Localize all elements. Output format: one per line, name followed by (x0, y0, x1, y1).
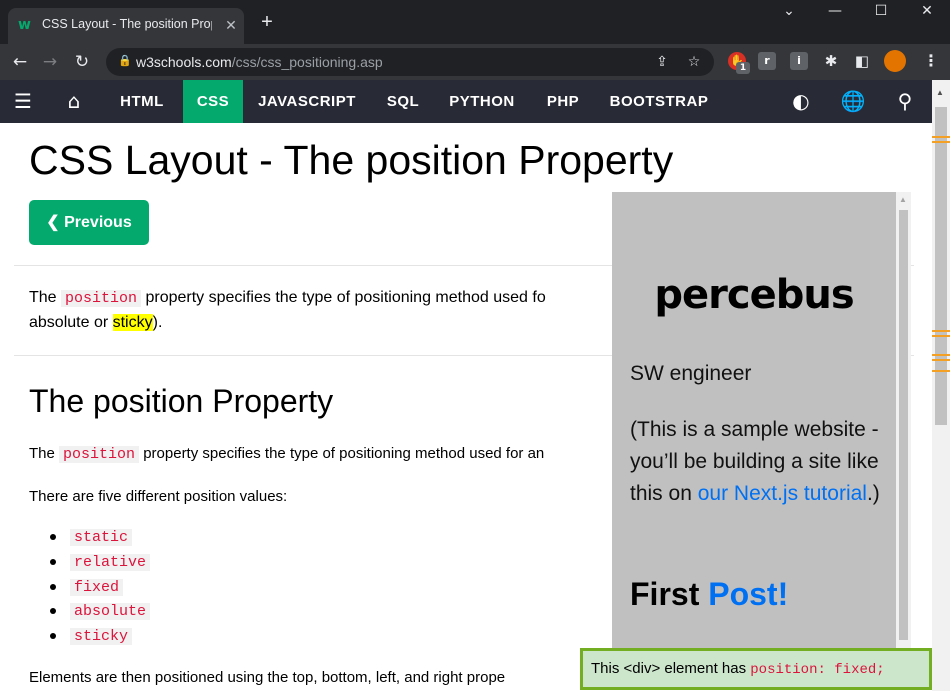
nav-item-html[interactable]: HTML (108, 80, 176, 123)
nextjs-tutorial-link[interactable]: our Next.js tutorial (698, 482, 867, 505)
list-item: static (50, 527, 133, 548)
post-text: First (630, 576, 709, 612)
tab-search-icon[interactable]: ⌄ (766, 0, 812, 24)
lock-icon: 🔒 (118, 55, 132, 67)
intro2-text-b: ). (152, 314, 163, 331)
reload-icon[interactable]: ↻ (70, 50, 94, 74)
url-text: w3schools.com/css/css_positioning.asp (136, 54, 383, 70)
iframe-scrollbar[interactable]: ▲ (896, 192, 911, 652)
hamburger-menu-icon[interactable]: ☰ (8, 80, 38, 123)
page-title: CSS Layout - The position Property (29, 137, 674, 183)
search-match-marker (932, 141, 950, 143)
share-icon[interactable]: ⇪ (652, 52, 672, 72)
sticky-highlight: sticky (112, 314, 153, 331)
value-code: fixed (70, 579, 124, 596)
demo-description: (This is a sample website - you’ll be bu… (630, 414, 880, 510)
demo-post-heading: First Post! (630, 576, 788, 613)
section-heading: The position Property (29, 383, 334, 419)
paragraph: Elements are then positioned using the t… (29, 669, 506, 686)
list-item: sticky (50, 626, 133, 647)
forward-icon[interactable]: → (38, 50, 62, 74)
search-match-marker (932, 359, 950, 361)
browser-toolbar: ← → ↻ 🔒 w3schools.com/css/css_positionin… (0, 44, 950, 80)
p1-text-a: The (29, 445, 60, 462)
search-match-marker (932, 370, 950, 372)
inline-code: position (59, 446, 140, 463)
extension-i-icon[interactable]: i (790, 52, 808, 70)
intro2-text-a: absolute or (29, 314, 113, 331)
bookmark-star-icon[interactable]: ☆ (684, 52, 704, 72)
intro-paragraph-line2: absolute or sticky). (29, 310, 162, 335)
demo-name: percebus (654, 272, 854, 318)
nav-item-javascript[interactable]: JAVASCRIPT (248, 80, 366, 123)
nav-item-python[interactable]: PYTHON (440, 80, 524, 123)
iframe-scroll-thumb[interactable] (899, 210, 908, 640)
search-match-marker (932, 330, 950, 332)
value-code: sticky (70, 628, 133, 645)
search-match-marker (932, 354, 950, 356)
extension-badge: 1 (736, 62, 750, 74)
previous-button[interactable]: ❮ Previous (29, 200, 149, 245)
maximize-button[interactable]: ☐ (858, 0, 904, 24)
fixed-position-box: This <div> element has position: fixed; (580, 648, 932, 690)
w3schools-logo-icon: w (18, 17, 31, 33)
value-code: absolute (70, 603, 151, 620)
browser-tab[interactable]: w CSS Layout - The position Proper ✕ (8, 8, 244, 44)
value-code: relative (70, 554, 151, 571)
home-icon[interactable]: ⌂ (58, 80, 90, 123)
avatar[interactable] (884, 50, 906, 72)
paragraph: There are five different position values… (29, 488, 288, 505)
demo-iframe[interactable]: percebus SW engineer (This is a sample w… (612, 192, 896, 652)
url-path: /css/css_positioning.asp (231, 54, 383, 70)
intro-paragraph: The position property specifies the type… (29, 285, 546, 311)
minimize-button[interactable]: — (812, 0, 858, 24)
search-match-marker (932, 335, 950, 337)
extensions-puzzle-icon[interactable]: ✱ (822, 52, 840, 70)
fixed-box-text: This <div> element has (591, 660, 751, 677)
page-scrollbar[interactable]: ▲ (932, 80, 950, 691)
list-item: relative (50, 552, 151, 573)
close-tab-icon[interactable]: ✕ (222, 16, 240, 34)
new-tab-button[interactable]: + (256, 12, 278, 34)
scroll-up-icon[interactable]: ▲ (899, 195, 907, 204)
address-bar[interactable]: 🔒 w3schools.com/css/css_positioning.asp … (106, 48, 714, 76)
fixed-box-code: position: fixed; (750, 662, 885, 678)
tab-title: CSS Layout - The position Proper (42, 17, 212, 31)
extension-r-icon[interactable]: r (758, 52, 776, 70)
search-icon[interactable]: ⚲ (890, 80, 920, 123)
nav-item-bootstrap[interactable]: BOOTSTRAP (600, 80, 718, 123)
inline-code: position (61, 290, 142, 307)
nav-item-sql[interactable]: SQL (374, 80, 432, 123)
demo-role: SW engineer (630, 362, 752, 385)
nav-item-php[interactable]: PHP (536, 80, 590, 123)
list-item: fixed (50, 577, 124, 598)
w3schools-navbar: ☰ ⌂ HTML CSS JAVASCRIPT SQL PYTHON PHP B… (0, 80, 950, 123)
globe-icon[interactable]: 🌐 (838, 80, 868, 123)
menu-kebab-icon[interactable]: ⋮ (922, 52, 940, 70)
intro-text-b: property specifies the type of positioni… (141, 289, 546, 306)
search-match-marker (932, 136, 950, 138)
intro-text-a: The (29, 289, 62, 306)
value-code: static (70, 529, 133, 546)
paragraph: The position property specifies the type… (29, 441, 544, 467)
scroll-up-icon[interactable]: ▲ (936, 88, 944, 97)
nav-item-css[interactable]: CSS (183, 80, 243, 123)
url-host: w3schools.com (136, 54, 232, 70)
p1-text-b: property specifies the type of positioni… (139, 445, 545, 462)
side-panel-icon[interactable]: ◧ (853, 52, 871, 70)
back-icon[interactable]: ← (8, 50, 32, 74)
close-window-button[interactable]: ✕ (904, 0, 950, 24)
post-link[interactable]: Post! (708, 576, 788, 612)
page-scroll-thumb[interactable] (935, 107, 947, 425)
contrast-toggle-icon[interactable]: ◐ (786, 80, 816, 123)
tab-strip: w CSS Layout - The position Proper ✕ + ⌄… (0, 0, 950, 44)
list-item: absolute (50, 601, 151, 622)
demo-desc-end: .) (866, 482, 880, 505)
